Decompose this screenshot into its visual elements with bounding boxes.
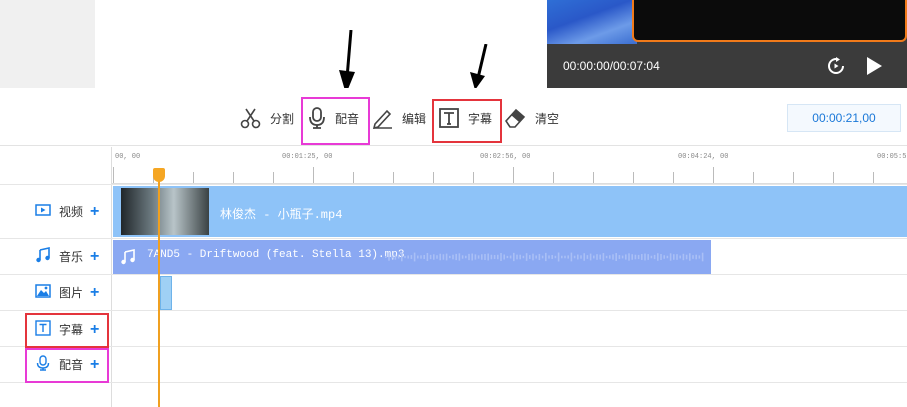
ruler-tick [233,172,234,183]
ruler-tick-label: 00:02:56, 00 [480,153,531,161]
playhead-handle[interactable] [153,168,165,182]
ruler-tick [273,172,274,183]
ruler-tick [513,167,514,183]
divider [0,310,907,311]
music-note-icon [120,249,136,269]
ruler-tick-label: 00:01:25, 00 [282,153,333,161]
divider [0,346,907,347]
edit-button[interactable]: 编辑 [372,104,426,132]
track-label: 配音 [59,358,84,372]
ruler-tick [753,172,754,183]
track-video[interactable]: 视频 + [35,203,99,220]
track-label: 字幕 [59,323,84,337]
add-video-button[interactable]: + [90,203,99,219]
video-thumbnail [121,188,209,235]
microphone-icon [307,106,327,130]
ruler-tick [673,172,674,183]
divider [0,274,907,275]
track-label: 视频 [59,205,84,219]
scissors-icon [240,107,262,129]
ruler-tick [113,167,114,183]
text-icon [35,320,51,339]
ruler-tick-label: 00, 00 [115,153,141,161]
playhead[interactable] [158,168,160,407]
clear-label: 清空 [535,111,560,126]
track-label: 音乐 [59,250,84,264]
split-button[interactable]: 分割 [240,104,294,132]
ruler-tick [353,172,354,183]
ruler-tick [393,172,394,183]
ruler-tick-label: 00:04:24, 00 [678,153,729,161]
track-voiceover[interactable]: 配音 + [35,355,99,374]
clear-button[interactable]: 清空 [503,104,559,132]
ruler-tick [593,172,594,183]
edit-label: 编辑 [402,111,427,126]
left-panel-area [0,0,95,88]
current-time-field[interactable]: 00:00:21,00 [787,104,901,132]
add-voiceover-button[interactable]: + [90,356,99,372]
preview-background-image [547,0,637,44]
ruler-tick [313,167,314,183]
annotation-arrow [470,44,488,90]
video-clip-name: 林俊杰 - 小瓶子.mp4 [220,208,343,222]
play-icon[interactable] [864,56,884,76]
track-subtitle[interactable]: 字幕 + [35,320,99,339]
ruler-tick [193,172,194,183]
voiceover-label: 配音 [335,111,360,126]
subtitle-button[interactable]: 字幕 [438,104,492,132]
ruler-tick [873,172,874,183]
divider [0,184,907,185]
ruler-tick [473,172,474,183]
divider [0,238,907,239]
ruler-tick-label: 00:05:5 [877,153,907,161]
divider [0,382,907,383]
microphone-icon [35,355,51,374]
preview-video-frame [632,0,907,42]
add-subtitle-button[interactable]: + [90,321,99,337]
add-music-button[interactable]: + [90,248,99,264]
audio-waveform [385,252,704,262]
ruler-tick [633,172,634,183]
pencil-icon [372,107,394,129]
replay-icon[interactable] [826,56,846,76]
ruler-tick [553,172,554,183]
track-label: 图片 [59,286,84,300]
music-icon [35,247,51,266]
voiceover-button[interactable]: 配音 [307,104,359,132]
split-label: 分割 [270,111,295,126]
ruler-tick [833,172,834,183]
annotation-arrow [339,30,355,94]
text-icon [438,107,460,129]
ruler-tick [433,172,434,183]
image-clip[interactable] [160,276,172,310]
eraser-icon [503,107,527,129]
playback-time: 00:00:00/00:07:04 [563,59,660,73]
add-image-button[interactable]: + [90,284,99,300]
video-icon [35,204,51,219]
subtitle-label: 字幕 [468,111,493,126]
image-icon [35,284,51,301]
ruler-tick [793,172,794,183]
track-image[interactable]: 图片 + [35,284,99,301]
ruler-tick [713,167,714,183]
audio-clip-name: 7AND5 - Driftwood (feat. Stella 13).mp3 [147,249,405,261]
track-music[interactable]: 音乐 + [35,247,99,266]
